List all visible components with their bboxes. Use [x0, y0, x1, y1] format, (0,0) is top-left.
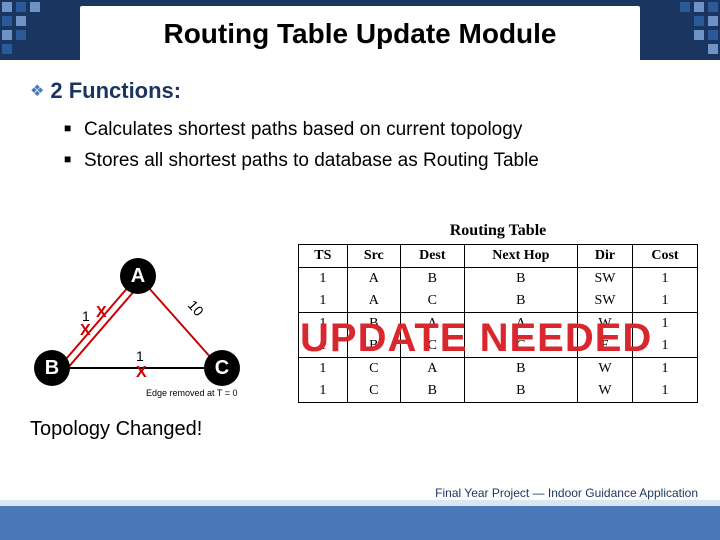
routing-table: Routing Table TS Src Dest Next Hop Dir C…	[298, 222, 698, 403]
graph-caption: Edge removed at T = 0	[146, 388, 237, 398]
graph-node-b: B	[34, 350, 70, 386]
red-x-icon: X	[136, 364, 147, 382]
table-cell: 1	[632, 290, 697, 313]
table-row: 1BCCE1	[299, 335, 698, 358]
table-cell: E	[578, 335, 633, 358]
table-cell: A	[347, 268, 400, 291]
table-cell: A	[400, 313, 464, 336]
table-cell: A	[400, 358, 464, 381]
list-item: Stores all shortest paths to database as…	[64, 149, 690, 174]
bullet-list: Calculates shortest paths based on curre…	[30, 118, 690, 173]
table-row: 1ABBSW1	[299, 268, 698, 291]
table-cell: 1	[299, 313, 348, 336]
table-row: 1BAAW1	[299, 313, 698, 336]
th: Next Hop	[464, 245, 577, 268]
table-cell: SW	[578, 268, 633, 291]
table-cell: C	[347, 358, 400, 381]
table-cell: C	[400, 335, 464, 358]
content-area: ❖ 2 Functions: Calculates shortest paths…	[30, 78, 690, 179]
table-cell: 1	[632, 358, 697, 381]
table-cell: B	[464, 290, 577, 313]
th: TS	[299, 245, 348, 268]
th: Cost	[632, 245, 697, 268]
table-cell: W	[578, 313, 633, 336]
th: Src	[347, 245, 400, 268]
table-cell: 1	[632, 335, 697, 358]
table-row: 1CABW1	[299, 358, 698, 381]
routing-table-title: Routing Table	[298, 222, 698, 240]
deco-right-icon	[650, 0, 720, 60]
table-cell: 1	[632, 268, 697, 291]
table-cell: B	[464, 358, 577, 381]
table-cell: B	[400, 268, 464, 291]
list-item: Calculates shortest paths based on curre…	[64, 118, 690, 143]
table-row: 1CBBW1	[299, 380, 698, 403]
table-cell: B	[347, 313, 400, 336]
table-cell: C	[464, 335, 577, 358]
table-cell: A	[464, 313, 577, 336]
title-wrap: Routing Table Update Module	[80, 6, 640, 62]
table-cell: 1	[299, 380, 348, 403]
topology-graph: A B C 1 1 10 X X X Edge removed at T = 0	[20, 248, 270, 408]
red-x-icon: X	[96, 304, 107, 322]
section-row: ❖ 2 Functions:	[30, 78, 690, 104]
table-cell: 1	[632, 380, 697, 403]
th: Dir	[578, 245, 633, 268]
graph-node-a: A	[120, 258, 156, 294]
graph-node-c: C	[204, 350, 240, 386]
deco-left-icon	[0, 0, 70, 60]
th: Dest	[400, 245, 464, 268]
table-row: 1ACBSW1	[299, 290, 698, 313]
table-header-row: TS Src Dest Next Hop Dir Cost	[299, 245, 698, 268]
diamond-bullet-icon: ❖	[30, 81, 44, 101]
table-cell: SW	[578, 290, 633, 313]
table-cell: W	[578, 358, 633, 381]
section-heading: 2 Functions:	[50, 78, 181, 104]
page-title: Routing Table Update Module	[163, 18, 556, 50]
table-cell: B	[464, 268, 577, 291]
table-cell: 1	[299, 358, 348, 381]
table-cell: C	[400, 290, 464, 313]
table-cell: 1	[299, 268, 348, 291]
table-cell: A	[347, 290, 400, 313]
footer-bar	[0, 506, 720, 540]
table-cell: B	[464, 380, 577, 403]
routing-table-grid: TS Src Dest Next Hop Dir Cost 1ABBSW11AC…	[298, 244, 698, 403]
edge-label-bc: 1	[136, 348, 144, 364]
table-cell: B	[347, 335, 400, 358]
red-x-icon: X	[80, 322, 91, 340]
table-cell: 1	[299, 335, 348, 358]
table-cell: B	[400, 380, 464, 403]
table-cell: C	[347, 380, 400, 403]
table-cell: W	[578, 380, 633, 403]
footer-text: Final Year Project — Indoor Guidance App…	[435, 486, 698, 500]
table-cell: 1	[299, 290, 348, 313]
topology-changed-label: Topology Changed!	[30, 418, 202, 441]
table-cell: 1	[632, 313, 697, 336]
